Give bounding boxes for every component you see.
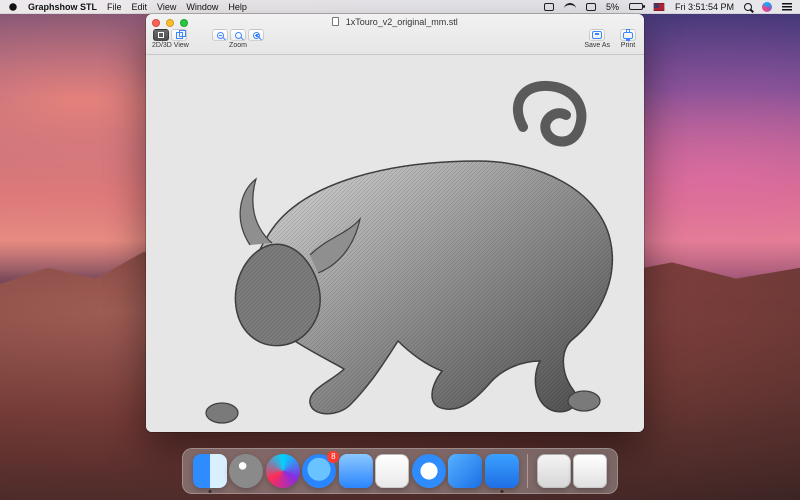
print-button[interactable]	[620, 28, 636, 41]
menu-bar-left: Graphshow STL File Edit View Window Help	[8, 2, 247, 12]
menu-bar: Graphshow STL File Edit View Window Help…	[0, 0, 800, 14]
finder-icon[interactable]	[193, 454, 227, 493]
view-toolbar-label: 2D/3D View	[152, 42, 189, 49]
view-toolbar-group: 2D/3D View	[152, 29, 189, 49]
2d-view-icon	[158, 32, 165, 38]
menu-edit[interactable]: Edit	[132, 2, 148, 12]
search-icon[interactable]	[744, 2, 752, 11]
battery-icon[interactable]	[628, 3, 645, 10]
zoom-in-button[interactable]	[248, 29, 264, 41]
siri-icon[interactable]	[762, 1, 772, 12]
zoom-controls	[212, 29, 264, 41]
app-store-icon[interactable]: 8	[302, 451, 340, 488]
zoom-out-icon	[216, 31, 224, 39]
menu-bar-right: 5% Fri 3:51:54 PM	[543, 1, 792, 12]
bull-horn-left	[239, 177, 273, 246]
3d-view-icon	[175, 29, 186, 39]
zoom-icon	[234, 31, 242, 39]
app-window: 1xTouro_v2_original_mm.stl 2D/3D View Zo…	[146, 14, 644, 432]
menu-view[interactable]: View	[157, 2, 176, 12]
dock-separator	[527, 454, 529, 488]
running-indicator	[208, 490, 212, 493]
window-title-text: 1xTouro_v2_original_mm.stl	[345, 17, 458, 27]
zoom-out-button[interactable]	[212, 29, 228, 41]
app-menu[interactable]: Graphshow STL	[28, 2, 97, 12]
safari-icon[interactable]	[411, 454, 446, 488]
window-title: 1xTouro_v2_original_mm.stl	[146, 17, 644, 27]
save-as-label: Save As	[584, 42, 610, 49]
print-group: Print	[620, 28, 636, 49]
graphshow-stl-icon[interactable]	[484, 454, 519, 493]
airplay-icon[interactable]	[585, 2, 596, 11]
zoom-reset-button[interactable]	[230, 29, 246, 41]
launchpad-icon[interactable]	[229, 454, 264, 488]
menu-help[interactable]: Help	[228, 2, 247, 12]
print-icon	[623, 28, 633, 41]
window-titlebar[interactable]: 1xTouro_v2_original_mm.stl 2D/3D View Zo…	[146, 14, 644, 55]
dock: 8	[182, 448, 618, 494]
bull-tail	[512, 80, 587, 147]
running-indicator	[500, 490, 504, 493]
view-2d-button[interactable]	[153, 29, 170, 41]
status-icon[interactable]	[543, 2, 554, 11]
wifi-icon[interactable]	[563, 2, 576, 11]
menu-file[interactable]: File	[107, 2, 122, 12]
save-icon	[592, 31, 603, 39]
zoom-toolbar-group: Zoom	[212, 29, 264, 49]
textedit-icon[interactable]	[375, 454, 410, 488]
bull-back-hoof	[567, 390, 601, 412]
view-toggle	[153, 29, 188, 41]
save-as-button[interactable]	[589, 29, 606, 41]
siri-icon[interactable]	[265, 454, 300, 488]
document-icon	[332, 17, 340, 26]
battery-percent: 5%	[605, 1, 619, 12]
app-store-badge: 8	[327, 451, 340, 463]
clock[interactable]: Fri 3:51:54 PM	[675, 2, 734, 12]
trash-icon[interactable]	[572, 454, 607, 488]
model-viewport[interactable]	[146, 55, 644, 432]
print-label: Print	[620, 42, 636, 49]
apple-icon[interactable]	[9, 2, 17, 11]
bull-front-hoof	[205, 402, 239, 424]
zoom-toolbar-label: Zoom	[229, 42, 247, 49]
notification-center-icon[interactable]	[782, 2, 792, 11]
zoom-in-icon	[252, 31, 260, 39]
save-as-group: Save As	[584, 29, 610, 49]
preview-icon[interactable]	[338, 454, 373, 488]
xcode-icon[interactable]	[448, 454, 483, 488]
stl-model[interactable]	[178, 69, 618, 429]
view-3d-button[interactable]	[171, 29, 188, 41]
flag-icon[interactable]	[652, 2, 665, 11]
menu-window[interactable]: Window	[186, 2, 218, 12]
image-folder-icon[interactable]	[536, 454, 571, 488]
